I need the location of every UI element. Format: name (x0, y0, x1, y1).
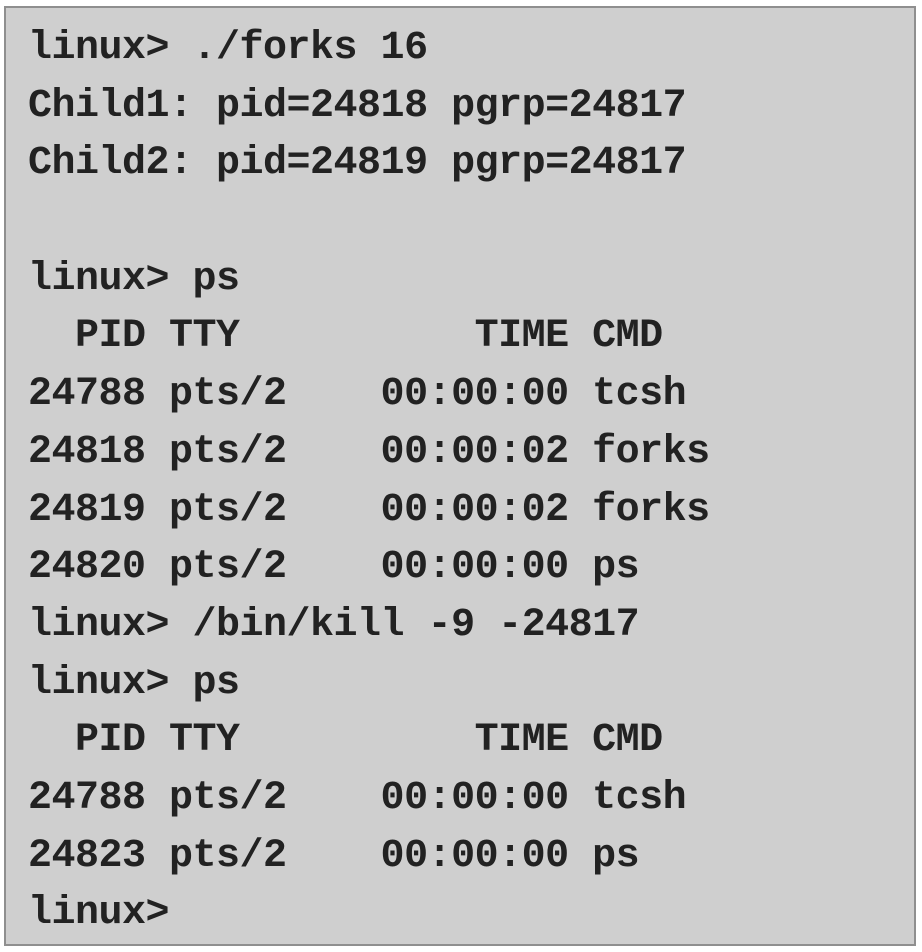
terminal-line: linux> ./forks 16 (28, 26, 428, 71)
terminal-line: linux> ps (28, 660, 240, 706)
terminal-line: linux> /bin/kill -9 -24817 (28, 602, 640, 648)
terminal-line: PID TTY TIME CMD (28, 314, 663, 360)
terminal-prompt[interactable]: linux> (28, 885, 914, 943)
terminal-line: linux> ps (28, 256, 240, 302)
terminal-line: 24788 pts/2 00:00:00 tcsh (28, 372, 687, 418)
terminal-line: Child1: pid=24818 pgrp=24817 (28, 83, 687, 129)
terminal-window[interactable]: linux> ./forks 16 Child1: pid=24818 pgrp… (4, 6, 916, 946)
terminal-line: 24819 pts/2 00:00:02 forks (28, 487, 710, 533)
terminal-line: 24788 pts/2 00:00:00 tcsh (28, 775, 687, 821)
terminal-line: 24823 pts/2 00:00:00 ps (28, 833, 640, 879)
terminal-line: PID TTY TIME CMD (28, 718, 663, 764)
terminal-line: 24820 pts/2 00:00:00 ps (28, 545, 640, 591)
terminal-line: 24818 pts/2 00:00:02 forks (28, 429, 710, 475)
terminal-line: Child2: pid=24819 pgrp=24817 (28, 141, 687, 187)
